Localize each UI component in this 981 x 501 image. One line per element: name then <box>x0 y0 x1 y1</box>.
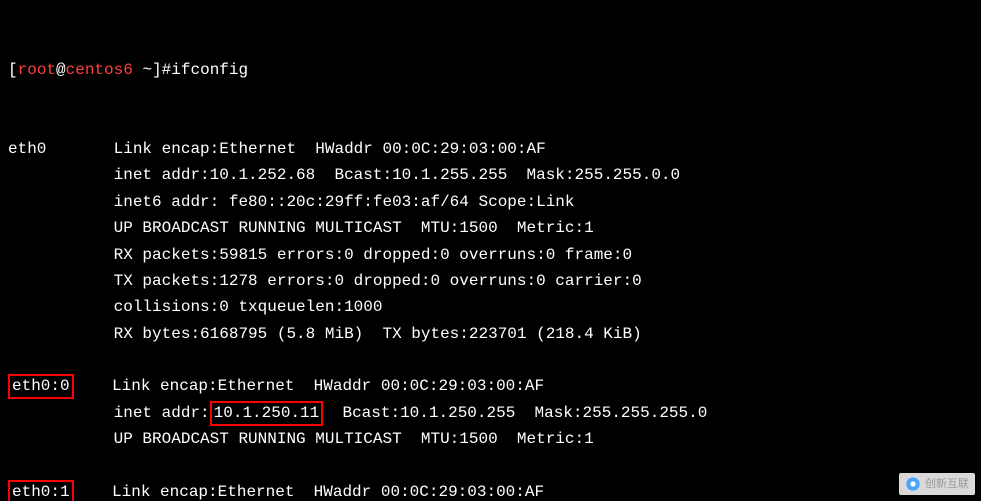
watermark-logo-icon <box>905 476 921 492</box>
output-line: eth0:0 Link encap:Ethernet HWaddr 00:0C:… <box>8 373 973 399</box>
prompt-user: root <box>18 61 56 79</box>
output-line: inet6 addr: fe80::20c:29ff:fe03:af/64 Sc… <box>8 189 973 215</box>
field-label: inet addr: <box>114 404 210 422</box>
field-text: collisions:0 txqueuelen:1000 <box>114 298 392 316</box>
field-text: UP BROADCAST RUNNING MULTICAST MTU:1500 … <box>114 430 594 448</box>
output-line: inet addr:10.1.252.68 Bcast:10.1.255.255… <box>8 162 973 188</box>
inet-addr: 10.1.252.68 <box>210 166 316 184</box>
field-text: Link encap:Ethernet HWaddr 00:0C:29:03:0… <box>112 377 544 395</box>
output-line: UP BROADCAST RUNNING MULTICAST MTU:1500 … <box>8 426 973 452</box>
field-label: inet addr: <box>114 166 210 184</box>
output-line: eth0:1 Link encap:Ethernet HWaddr 00:0C:… <box>8 479 973 501</box>
terminal-output: [root@centos6 ~]#ifconfig eth0 Link enca… <box>0 0 981 501</box>
field-text: inet6 addr: fe80::20c:29ff:fe03:af/64 Sc… <box>114 193 575 211</box>
field-rest: Bcast:10.1.255.255 Mask:255.255.0.0 <box>315 166 680 184</box>
output-line: collisions:0 txqueuelen:1000 <box>8 294 973 320</box>
blank-line <box>8 453 973 479</box>
output-line: RX packets:59815 errors:0 dropped:0 over… <box>8 242 973 268</box>
field-text: Link encap:Ethernet HWaddr 00:0C:29:03:0… <box>112 483 544 501</box>
output-line: TX packets:1278 errors:0 dropped:0 overr… <box>8 268 973 294</box>
blank-line <box>8 347 973 373</box>
interface-name: eth0 <box>8 140 114 158</box>
command-input[interactable]: ifconfig <box>171 61 248 79</box>
field-text: TX packets:1278 errors:0 dropped:0 overr… <box>114 272 642 290</box>
interface-name-highlight: eth0:1 <box>8 480 74 501</box>
prompt-symbol: # <box>162 61 172 79</box>
output-line: eth0 Link encap:Ethernet HWaddr 00:0C:29… <box>8 136 973 162</box>
prompt-line: [root@centos6 ~]#ifconfig <box>8 57 973 83</box>
output-line: UP BROADCAST RUNNING MULTICAST MTU:1500 … <box>8 215 973 241</box>
watermark-text: 创新互联 <box>925 475 969 493</box>
inet-addr-highlight: 10.1.250.11 <box>210 401 324 426</box>
prompt-host: centos6 <box>66 61 133 79</box>
output-line: RX bytes:6168795 (5.8 MiB) TX bytes:2237… <box>8 321 973 347</box>
watermark: 创新互联 <box>899 473 975 495</box>
interface-name-highlight: eth0:0 <box>8 374 74 399</box>
field-text: Link encap:Ethernet HWaddr 00:0C:29:03:0… <box>114 140 546 158</box>
prompt-path: ~ <box>142 61 152 79</box>
field-text: RX bytes:6168795 (5.8 MiB) TX bytes:2237… <box>114 325 642 343</box>
field-text: UP BROADCAST RUNNING MULTICAST MTU:1500 … <box>114 219 594 237</box>
output-line: inet addr:10.1.250.11 Bcast:10.1.250.255… <box>8 400 973 426</box>
field-rest: Bcast:10.1.250.255 Mask:255.255.255.0 <box>323 404 707 422</box>
field-text: RX packets:59815 errors:0 dropped:0 over… <box>114 246 632 264</box>
